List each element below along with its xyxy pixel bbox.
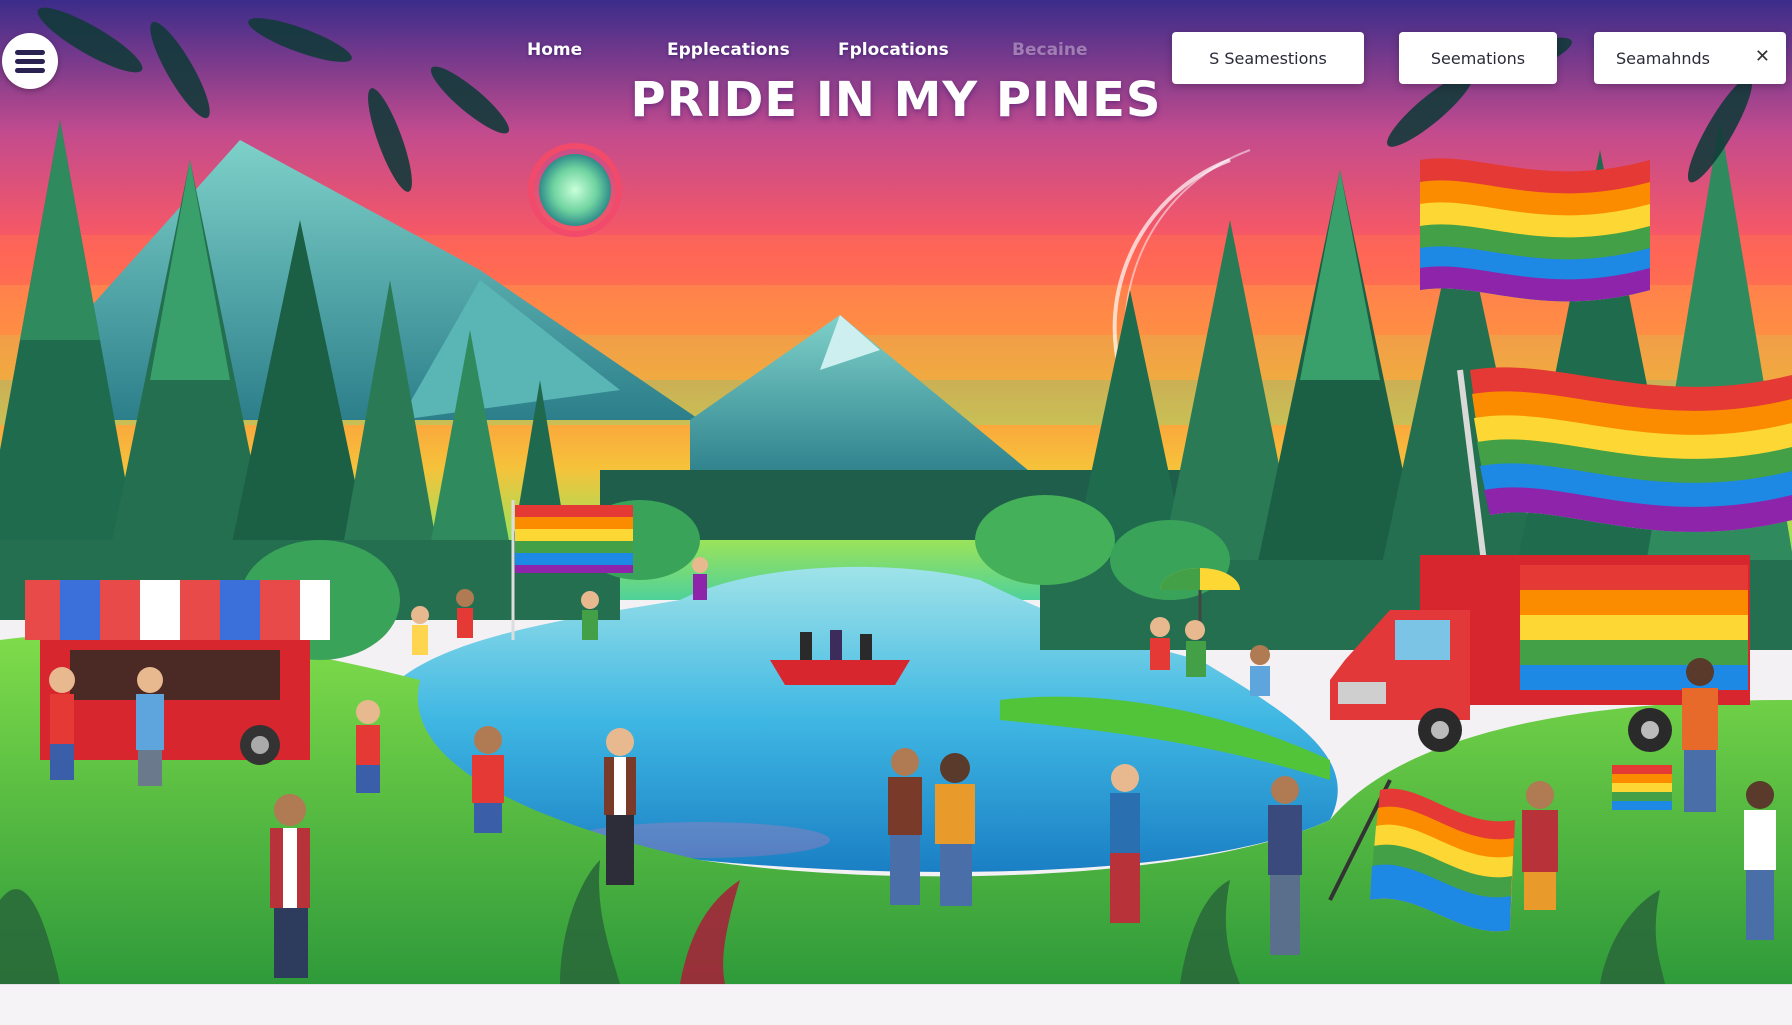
nav-epplecations[interactable]: Epplecations [667,40,790,60]
menu-icon-line [15,59,45,64]
page-footer-strip [0,984,1792,1025]
search-input-1[interactable]: S Seamestions [1172,32,1364,84]
search-input-3-value: Seamahnds [1616,48,1710,68]
hamburger-menu-icon [15,50,45,55]
hero-banner: Home Epplecations Fplocations Becaine PR… [0,0,1792,984]
sun-ring [528,143,622,237]
search-input-3[interactable]: Seamahnds ✕ [1594,32,1786,84]
nav-becaine[interactable]: Becaine [1012,40,1088,60]
nav-home[interactable]: Home [527,40,582,60]
pride-flag-top-right [1420,158,1650,302]
pride-flag-small [1612,765,1672,810]
hero-illustration [0,0,1792,984]
close-icon[interactable]: ✕ [1755,46,1770,67]
nav-fplocations[interactable]: Fplocations [838,40,949,60]
search-input-2[interactable]: Seemations [1399,32,1557,84]
